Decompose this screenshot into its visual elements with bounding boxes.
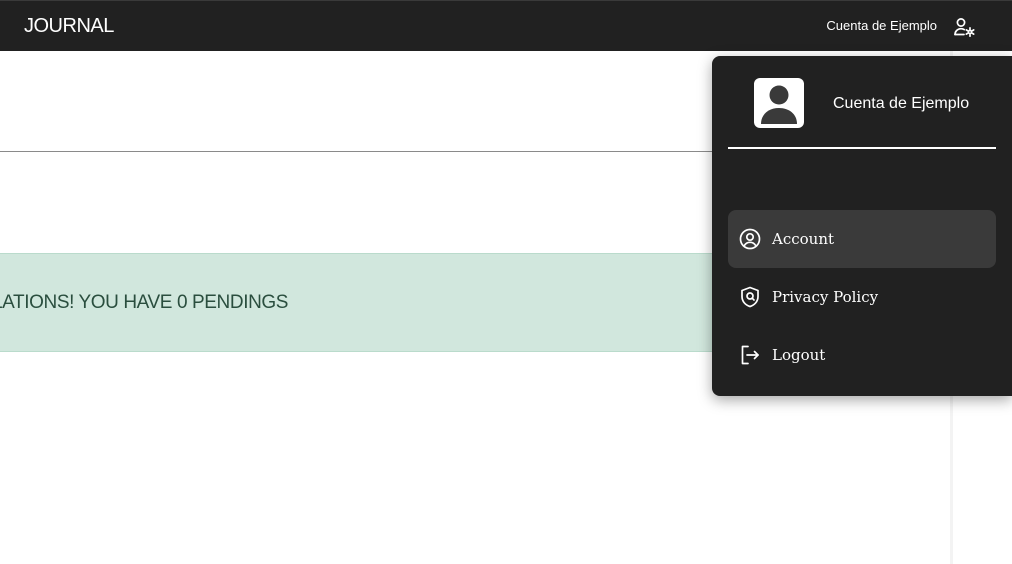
user-gear-icon[interactable]	[952, 15, 976, 39]
shield-lock-icon	[738, 285, 762, 309]
navbar-user-name[interactable]: Cuenta de Ejemplo	[826, 18, 937, 34]
dropdown-user-name: Cuenta de Ejemplo	[833, 95, 970, 112]
dropdown-divider	[728, 147, 996, 149]
brand-logo[interactable]: JOURNAL	[24, 14, 114, 38]
menu-item-label: Privacy Policy	[772, 288, 879, 306]
top-navbar: JOURNAL Cuenta de Ejemplo	[0, 0, 1012, 51]
menu-item-account[interactable]: Account	[728, 210, 996, 268]
user-circle-icon	[738, 227, 762, 251]
menu-item-label: Account	[772, 230, 835, 248]
user-dropdown-menu: Cuenta de Ejemplo Account Privacy Policy	[712, 56, 1012, 396]
person-avatar-icon	[754, 78, 804, 128]
menu-item-logout[interactable]: Logout	[728, 326, 996, 384]
logout-icon	[738, 343, 762, 367]
menu-item-privacy-policy[interactable]: Privacy Policy	[728, 268, 996, 326]
alert-message: LATIONS! YOU HAVE 0 PENDINGS	[0, 292, 289, 313]
menu-item-label: Logout	[772, 346, 826, 364]
